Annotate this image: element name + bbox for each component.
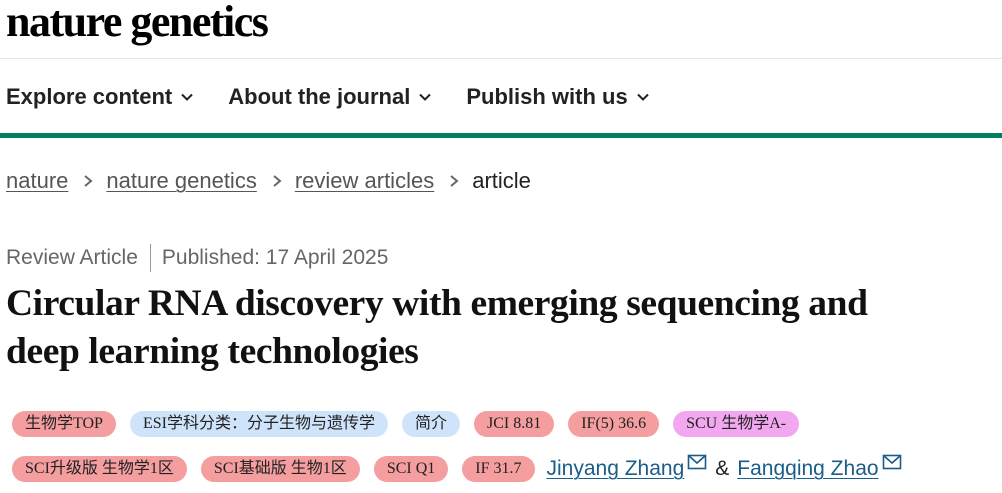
article-title-line-1: Circular RNA discovery with emerging seq… [6, 283, 868, 324]
breadcrumb: nature nature genetics review articles a… [6, 166, 531, 196]
chevron-down-icon [181, 93, 193, 101]
nav-about-journal[interactable]: About the journal [228, 82, 432, 112]
nav-about-journal-label: About the journal [228, 84, 411, 109]
mail-icon[interactable] [882, 454, 902, 470]
chevron-down-icon [419, 93, 432, 101]
article-meta: Review Article Published: 17 April 2025 [6, 243, 388, 273]
meta-divider [149, 244, 151, 272]
nav-publish-with-us[interactable]: Publish with us [466, 82, 649, 112]
badges-row-2: SCI升级版 生物学1区 SCI基础版 生物1区 SCI Q1 IF 31.7 … [12, 454, 902, 484]
chevron-right-icon [450, 175, 459, 187]
nav-explore-content[interactable]: Explore content [6, 82, 194, 112]
main-nav: Explore content About the journal Publis… [6, 82, 684, 112]
breadcrumb-link-review-articles[interactable]: review articles [295, 166, 434, 196]
badge-impact-factor[interactable]: IF 31.7 [462, 456, 535, 482]
nav-accent-bar [0, 133, 1002, 138]
badge-scu[interactable]: SCU 生物学A- [673, 411, 800, 437]
badge-intro[interactable]: 简介 [401, 411, 460, 437]
badge-sci-q1[interactable]: SCI Q1 [373, 456, 449, 482]
article-type: Review Article [6, 246, 138, 269]
header-divider [0, 58, 1002, 59]
badges-row-1: 生物学TOP ESI学科分类：分子生物与遗传学 简介 JCI 8.81 IF(5… [12, 411, 813, 437]
chevron-down-icon [636, 93, 649, 101]
breadcrumb-link-nature-genetics[interactable]: nature genetics [106, 166, 256, 196]
nav-explore-content-label: Explore content [6, 84, 173, 109]
author-link-fangqing-zhao[interactable]: Fangqing Zhao [737, 454, 878, 484]
author-list: Jinyang Zhang & Fangqing Zhao [547, 454, 902, 484]
chevron-right-icon [273, 175, 282, 187]
badge-sci-upgraded[interactable]: SCI升级版 生物学1区 [12, 456, 187, 482]
mail-icon[interactable] [687, 454, 707, 470]
badge-esi-category[interactable]: ESI学科分类：分子生物与遗传学 [129, 411, 388, 437]
author-separator: & [715, 457, 730, 480]
breadcrumb-current: article [472, 168, 531, 193]
chevron-right-icon [84, 175, 93, 187]
badge-jci[interactable]: JCI 8.81 [473, 411, 555, 437]
badge-if5[interactable]: IF(5) 36.6 [568, 411, 660, 437]
article-title-line-2: deep learning technologies [6, 331, 419, 372]
article-title: Circular RNA discovery with emerging seq… [6, 280, 1002, 376]
breadcrumb-link-nature[interactable]: nature [6, 166, 68, 196]
published-date: Published: 17 April 2025 [161, 246, 389, 269]
badge-sci-basic[interactable]: SCI基础版 生物1区 [200, 456, 360, 482]
author-link-jinyang-zhang[interactable]: Jinyang Zhang [547, 454, 685, 484]
journal-logo[interactable]: nature genetics [6, 0, 269, 48]
badge-bio-top[interactable]: 生物学TOP [12, 411, 116, 437]
nav-publish-with-us-label: Publish with us [466, 84, 628, 109]
